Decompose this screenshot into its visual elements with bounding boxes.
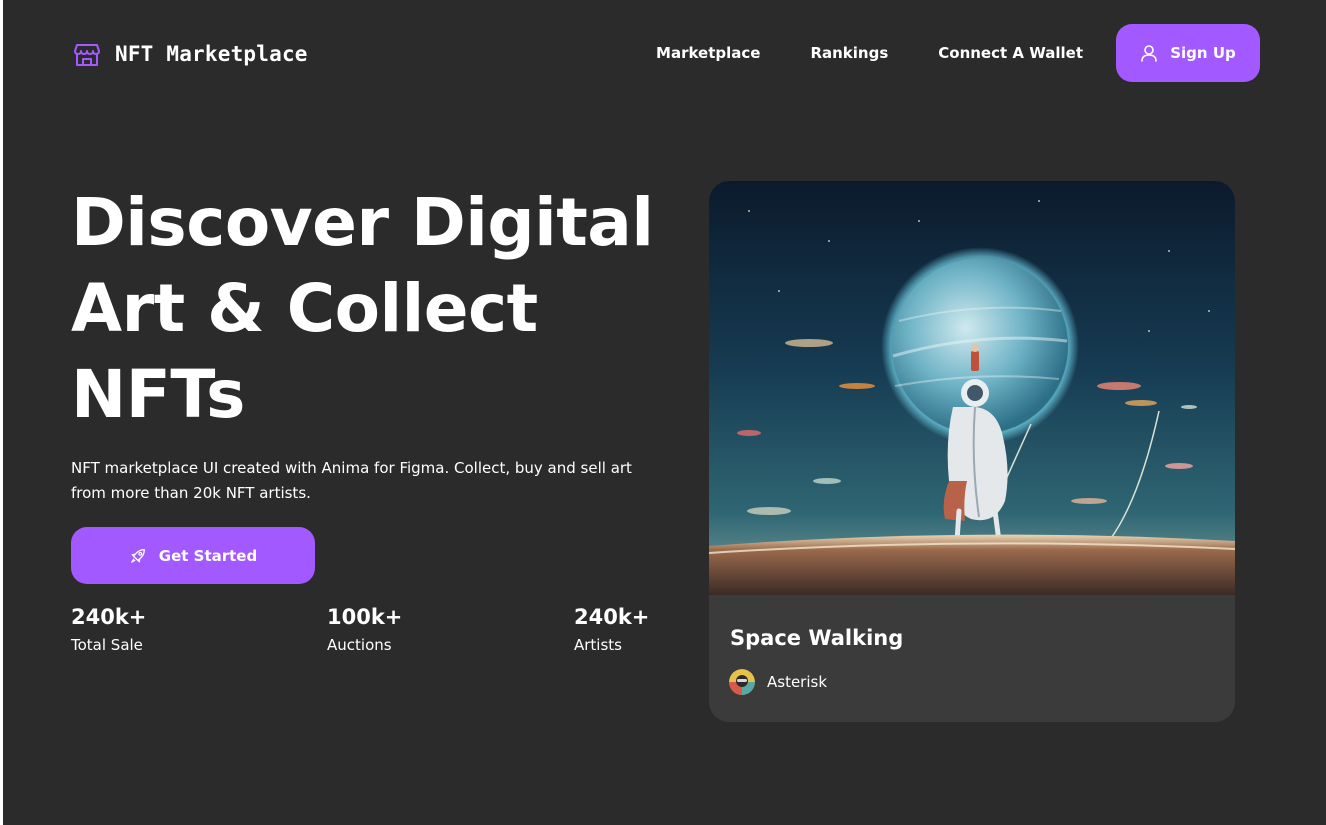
featured-nft-card[interactable]: Space Walking Asterisk <box>709 181 1235 722</box>
logo-text: NFT Marketplace <box>115 42 308 66</box>
nft-title: Space Walking <box>730 626 904 650</box>
storefront-icon <box>74 44 100 66</box>
artist-info[interactable]: Asterisk <box>729 669 827 695</box>
nav-rankings[interactable]: Rankings <box>810 44 888 62</box>
stat-label: Auctions <box>327 636 392 654</box>
stat-value: 240k+ <box>574 605 650 629</box>
stat-total-sale: 240k+ Total Sale <box>71 602 146 658</box>
nav-marketplace[interactable]: Marketplace <box>656 44 760 62</box>
stat-label: Total Sale <box>71 636 143 654</box>
hero-title: Discover Digital Art & Collect NFTs <box>71 184 654 433</box>
sign-up-button[interactable]: Sign Up <box>1116 24 1260 82</box>
user-icon <box>1141 45 1158 62</box>
rocket-icon <box>130 548 145 563</box>
get-started-label: Get Started <box>158 546 258 565</box>
nav-connect-wallet[interactable]: Connect A Wallet <box>938 44 1083 62</box>
sign-up-label: Sign Up <box>1170 44 1236 62</box>
logo[interactable]: NFT Marketplace <box>71 38 308 70</box>
stat-value: 100k+ <box>327 605 403 629</box>
hero-description: NFT marketplace UI created with Anima fo… <box>71 459 632 502</box>
avatar <box>729 669 755 695</box>
stat-label: Artists <box>574 636 622 654</box>
nft-artwork-image <box>709 181 1235 595</box>
page: NFT Marketplace Marketplace Rankings Con… <box>0 0 1326 825</box>
stat-auctions: 100k+ Auctions <box>327 602 402 658</box>
main-nav: Marketplace Rankings Connect A Wallet Si… <box>656 24 1260 82</box>
artist-name: Asterisk <box>767 673 828 691</box>
get-started-button[interactable]: Get Started <box>71 527 315 584</box>
stat-value: 240k+ <box>71 605 147 629</box>
stat-artists: 240k+ Artists <box>574 602 649 658</box>
